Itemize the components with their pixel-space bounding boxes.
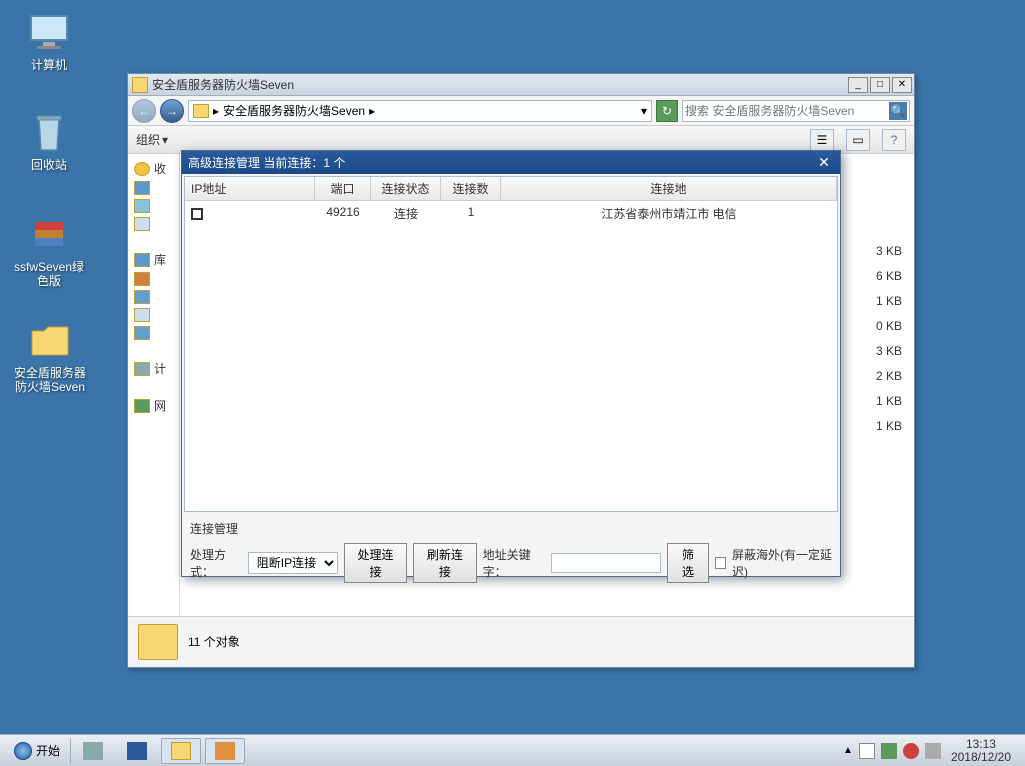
recent-icon [134,217,150,231]
back-button[interactable]: ← [132,99,156,123]
folder-icon [193,104,209,118]
shield-icon [215,742,235,760]
minimize-button[interactable]: _ [848,77,868,93]
taskbar-explorer[interactable] [161,738,201,764]
forward-button[interactable]: → [160,99,184,123]
keyword-input[interactable] [551,553,661,573]
folder-icon [138,624,178,660]
col-status[interactable]: 连接状态 [371,177,441,200]
desktop-icon-archive[interactable]: ssfwSeven绿色版 [8,210,90,288]
library-icon [134,253,150,267]
picture-icon [134,290,150,304]
download-icon [134,181,150,195]
table-header: IP地址 端口 连接状态 连接数 连接地 [185,177,837,201]
breadcrumb[interactable]: ▸ 安全盾服务器防火墙Seven ▸ ▾ [188,100,652,122]
col-location[interactable]: 连接地 [501,177,837,200]
folder-icon [171,742,191,760]
explorer-statusbar: 11 个对象 [128,616,914,666]
explorer-titlebar[interactable]: 安全盾服务器防火墙Seven _ □ ✕ [128,74,914,96]
taskbar-firewall-app[interactable] [205,738,245,764]
document-icon [134,308,150,322]
organize-button[interactable]: 组织▾ [136,131,168,148]
sidebar-network[interactable]: 网 [128,395,179,416]
video-icon [134,272,150,286]
table-row[interactable]: 49216 连接 1 江苏省泰州市靖江市 电信 [185,201,837,226]
desktop-icon-folder[interactable]: 安全盾服务器防火墙Seven [12,316,88,394]
sidebar-item[interactable] [128,179,179,197]
tray-arrow-icon[interactable]: ▲ [843,745,853,756]
desktop-icon [134,199,150,213]
keyword-label: 地址关键字： [483,546,545,580]
desktop-icon-recycle[interactable]: 回收站 [14,108,84,172]
security-tray-icon[interactable] [903,743,919,759]
sidebar-computer[interactable]: 计 [128,358,179,379]
star-icon [134,162,150,176]
refresh-button[interactable]: ↻ [656,100,678,122]
explorer-navbar: ← → ▸ 安全盾服务器防火墙Seven ▸ ▾ ↻ 🔍 [128,96,914,126]
computer-icon [25,8,73,56]
folder-icon [132,77,148,93]
sidebar-item[interactable] [128,197,179,215]
sidebar-library[interactable]: 库 [128,249,179,270]
start-button[interactable]: 开始 [4,738,71,764]
file-size-column: 3 KB 6 KB 1 KB 0 KB 3 KB 2 KB 1 KB 1 KB [876,244,902,444]
taskbar-powershell[interactable] [117,738,157,764]
search-input[interactable] [685,104,889,118]
search-icon[interactable]: 🔍 [889,102,907,120]
process-mode-select[interactable]: 阻断IP连接 [248,552,338,574]
help-button[interactable]: ? [882,129,906,151]
sidebar-item[interactable] [128,270,179,288]
close-button[interactable]: ✕ [892,77,912,93]
dialog-controls: 连接管理 处理方式： 阻断IP连接 处理连接 刷新连接 地址关键字： 筛选 屏蔽… [182,514,840,591]
preview-button[interactable]: ▭ [846,129,870,151]
col-port[interactable]: 端口 [315,177,371,200]
powershell-icon [127,742,147,760]
chevron-down-icon[interactable]: ▾ [641,104,647,118]
maximize-button[interactable]: □ [870,77,890,93]
explorer-sidebar: 收 库 计 网 [128,154,180,616]
sidebar-item[interactable] [128,324,179,342]
folder-icon [26,316,74,364]
process-connection-button[interactable]: 处理连接 [344,543,407,583]
sidebar-item[interactable] [128,215,179,233]
connection-table: IP地址 端口 连接状态 连接数 连接地 49216 连接 1 江苏省泰州市靖江… [184,176,838,512]
refresh-connection-button[interactable]: 刷新连接 [413,543,476,583]
sidebar-item[interactable] [128,288,179,306]
filter-button[interactable]: 筛选 [667,543,710,583]
process-label: 处理方式： [190,546,242,580]
server-icon [83,742,103,760]
connection-manager-dialog: 高级连接管理 当前连接：1 个 ✕ IP地址 端口 连接状态 连接数 连接地 4… [181,150,841,577]
sidebar-favorites[interactable]: 收 [128,158,179,179]
system-tray: ▲ 13:13 2018/12/20 [837,738,1021,764]
dialog-titlebar[interactable]: 高级连接管理 当前连接：1 个 ✕ [182,151,840,174]
block-overseas-checkbox[interactable] [715,557,726,569]
network-tray-icon[interactable] [881,743,897,759]
archive-icon [25,210,73,258]
close-button[interactable]: ✕ [814,155,834,171]
col-ip[interactable]: IP地址 [185,177,315,200]
sidebar-item[interactable] [128,306,179,324]
network-icon [134,399,150,413]
recycle-bin-icon [25,108,73,156]
block-overseas-label: 屏蔽海外(有一定延迟) [732,546,832,580]
windows-orb-icon [14,742,32,760]
computer-icon [134,362,150,376]
flag-icon[interactable] [859,743,875,759]
view-button[interactable]: ☰ [810,129,834,151]
row-checkbox[interactable] [191,208,203,220]
taskbar: 开始 ▲ 13:13 2018/12/20 [0,734,1025,766]
taskbar-server-manager[interactable] [73,738,113,764]
col-count[interactable]: 连接数 [441,177,501,200]
volume-icon[interactable] [925,743,941,759]
mgmt-label: 连接管理 [190,520,832,537]
taskbar-clock[interactable]: 13:13 2018/12/20 [947,738,1015,764]
desktop-icon-computer[interactable]: 计算机 [14,8,84,72]
music-icon [134,326,150,340]
search-box: 🔍 [682,100,910,122]
